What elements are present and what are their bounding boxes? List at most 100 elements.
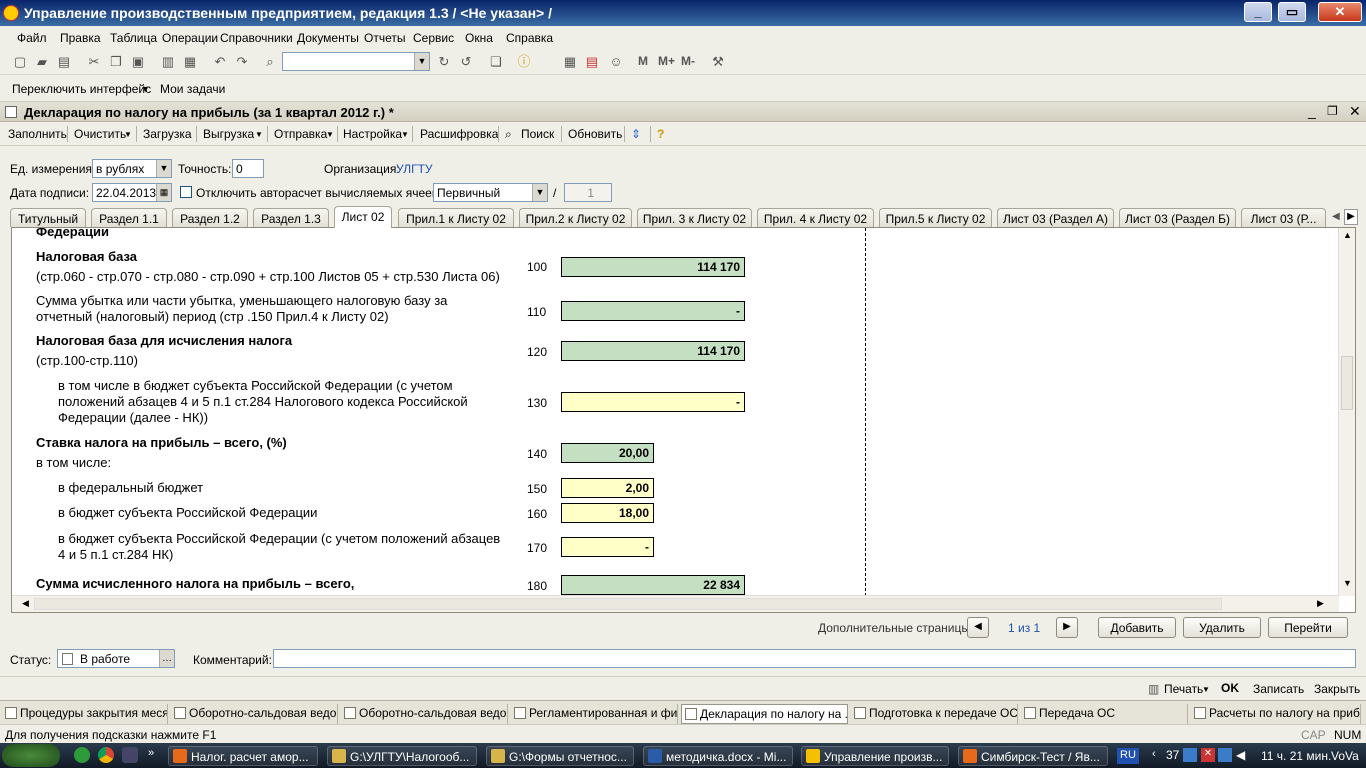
help-icon[interactable]: ?	[657, 127, 664, 141]
vertical-scroll-thumb[interactable]	[1341, 356, 1353, 410]
memory-button[interactable]: M	[638, 54, 648, 68]
window-tab-5[interactable]: Подготовка к передаче ОС	[851, 704, 1018, 724]
tab-7[interactable]: Прил. 3 к Листу 02	[637, 208, 752, 227]
taskbar-item-2[interactable]: G:\Формы отчетнос...	[486, 746, 634, 766]
chevron-down-icon[interactable]: ▼	[532, 184, 547, 201]
new-document-icon[interactable]: ▢	[12, 54, 28, 70]
tab-2[interactable]: Раздел 1.2	[172, 208, 248, 227]
chevron-down-icon[interactable]: ▼	[1202, 685, 1210, 694]
info-icon[interactable]: ⓘ	[516, 54, 532, 70]
tab-11[interactable]: Лист 03 (Раздел Б)	[1119, 208, 1236, 227]
menu-table[interactable]: Таблица	[110, 31, 157, 45]
scroll-down-icon[interactable]: ▼	[1343, 578, 1352, 588]
restore-doc-button[interactable]: ❐	[1327, 104, 1338, 118]
tab-10[interactable]: Лист 03 (Раздел А)	[997, 208, 1114, 227]
precision-stepper[interactable]: 0	[232, 159, 264, 178]
vertical-scrollbar[interactable]: ▲ ▼	[1338, 228, 1355, 596]
decode-button[interactable]: Расшифровка	[420, 127, 498, 141]
tab-5[interactable]: Прил.1 к Листу 02	[398, 208, 514, 227]
unit-select[interactable]: в рублях ▼	[92, 159, 172, 178]
menu-service[interactable]: Сервис	[413, 31, 454, 45]
calendar-icon[interactable]: ▤	[584, 54, 600, 70]
search-icon[interactable]: ⌕	[505, 127, 512, 142]
comment-input[interactable]	[273, 649, 1356, 668]
row-130-value[interactable]: -	[561, 392, 745, 412]
delete-page-button[interactable]: Удалить	[1183, 617, 1261, 638]
my-tasks-button[interactable]: Мои задачи	[160, 82, 225, 96]
row-100-value[interactable]: 114 170	[561, 257, 745, 277]
row-110-value[interactable]: -	[561, 301, 745, 321]
menu-file[interactable]: Файл	[17, 31, 47, 45]
paste-icon[interactable]: ▣	[130, 54, 146, 70]
app-icon[interactable]	[122, 747, 138, 763]
prev-page-button[interactable]: ◀	[967, 617, 989, 638]
search-input[interactable]: ▼	[282, 52, 430, 71]
window-tab-3[interactable]: Регламентированная и фи...	[511, 704, 678, 724]
autocalc-checkbox[interactable]	[180, 186, 192, 198]
load-button[interactable]: Загрузка	[143, 127, 192, 141]
open-folder-icon[interactable]: ▰	[34, 54, 50, 70]
chevron-down-icon[interactable]: ▼	[156, 160, 171, 177]
users-icon[interactable]: ☺	[608, 54, 624, 70]
menu-help[interactable]: Справка	[506, 31, 553, 45]
display-icon[interactable]	[1218, 748, 1232, 762]
menu-edit[interactable]: Правка	[60, 31, 101, 45]
save-button[interactable]: Записать	[1253, 682, 1304, 696]
row-160-value[interactable]: 18,00	[561, 503, 654, 523]
scroll-up-icon[interactable]: ▲	[1343, 230, 1352, 240]
taskbar-item-0[interactable]: Налог. расчет амор...	[168, 746, 318, 766]
ok-button[interactable]: OK	[1221, 681, 1239, 695]
print-button[interactable]: Печать	[1164, 682, 1203, 696]
print-icon[interactable]: ▥	[160, 54, 176, 70]
tray-expand-icon[interactable]: ‹	[1152, 748, 1156, 760]
windows-icon[interactable]: ❏	[488, 54, 504, 70]
utorrent-icon[interactable]	[74, 747, 90, 763]
tab-8[interactable]: Прил. 4 к Листу 02	[757, 208, 874, 227]
minimize-button[interactable]: _	[1244, 2, 1272, 22]
taskbar-item-5[interactable]: Симбирск-Тест / Яв...	[958, 746, 1108, 766]
security-alert-icon[interactable]: ✕	[1201, 748, 1215, 762]
menu-catalogs[interactable]: Справочники	[220, 31, 293, 45]
tab-3[interactable]: Раздел 1.3	[253, 208, 329, 227]
select-button[interactable]: …	[159, 650, 174, 667]
menu-reports[interactable]: Отчеты	[364, 31, 405, 45]
chevron-down-icon[interactable]: ▼	[401, 130, 409, 139]
start-button[interactable]	[2, 744, 60, 767]
window-tab-6[interactable]: Передача ОС	[1021, 704, 1188, 724]
search-button[interactable]: Поиск	[521, 127, 554, 141]
refresh-button[interactable]: Обновить	[568, 127, 622, 141]
window-tab-4[interactable]: Декларация по налогу на ...	[681, 704, 848, 724]
horizontal-scrollbar[interactable]: ◀ ▶	[12, 595, 1339, 612]
menu-documents[interactable]: Документы	[297, 31, 359, 45]
copy-icon[interactable]: ❐	[108, 54, 124, 70]
clear-button[interactable]: Очистить	[74, 127, 126, 141]
window-tab-0[interactable]: Процедуры закрытия меся...	[2, 704, 168, 724]
maximize-button[interactable]: ▭	[1278, 2, 1306, 22]
taskbar-item-4[interactable]: Управление произв...	[801, 746, 949, 766]
taskbar-item-1[interactable]: G:\УЛГТУ\Налогооб...	[327, 746, 477, 766]
row-140-value[interactable]: 20,00	[561, 443, 654, 463]
organization-link[interactable]: УЛГТУ	[396, 162, 433, 176]
chevron-down-icon[interactable]: ▼	[124, 130, 132, 139]
tab-4[interactable]: Лист 02	[334, 206, 392, 228]
correction-number-field[interactable]: 1	[564, 183, 612, 202]
language-indicator[interactable]: RU	[1117, 748, 1139, 764]
scroll-right-icon[interactable]: ▶	[1317, 598, 1324, 609]
fill-button[interactable]: Заполнить	[8, 127, 67, 141]
volume-icon[interactable]: ◀	[1236, 748, 1245, 762]
close-doc-button[interactable]: ✕	[1349, 103, 1361, 120]
redo-icon[interactable]: ↷	[234, 54, 250, 70]
declaration-sheet[interactable]: Федерации Налоговая база (стр.060 - стр.…	[11, 227, 1356, 613]
window-tab-2[interactable]: Оборотно-сальдовая ведо...	[341, 704, 508, 724]
send-button[interactable]: Отправка	[274, 127, 327, 141]
date-field[interactable]: 22.04.2013 ▦	[92, 183, 172, 202]
menu-operations[interactable]: Операции	[162, 31, 218, 45]
chrome-icon[interactable]	[98, 747, 114, 763]
tab-12[interactable]: Лист 03 (Р...	[1241, 208, 1326, 227]
tab-6[interactable]: Прил.2 к Листу 02	[519, 208, 632, 227]
settings-button[interactable]: Настройка	[343, 127, 402, 141]
tab-1[interactable]: Раздел 1.1	[91, 208, 167, 227]
tab-0[interactable]: Титульный	[10, 208, 86, 227]
chevron-right-icon[interactable]: »	[148, 747, 154, 759]
unload-button[interactable]: Выгрузка	[203, 127, 254, 141]
